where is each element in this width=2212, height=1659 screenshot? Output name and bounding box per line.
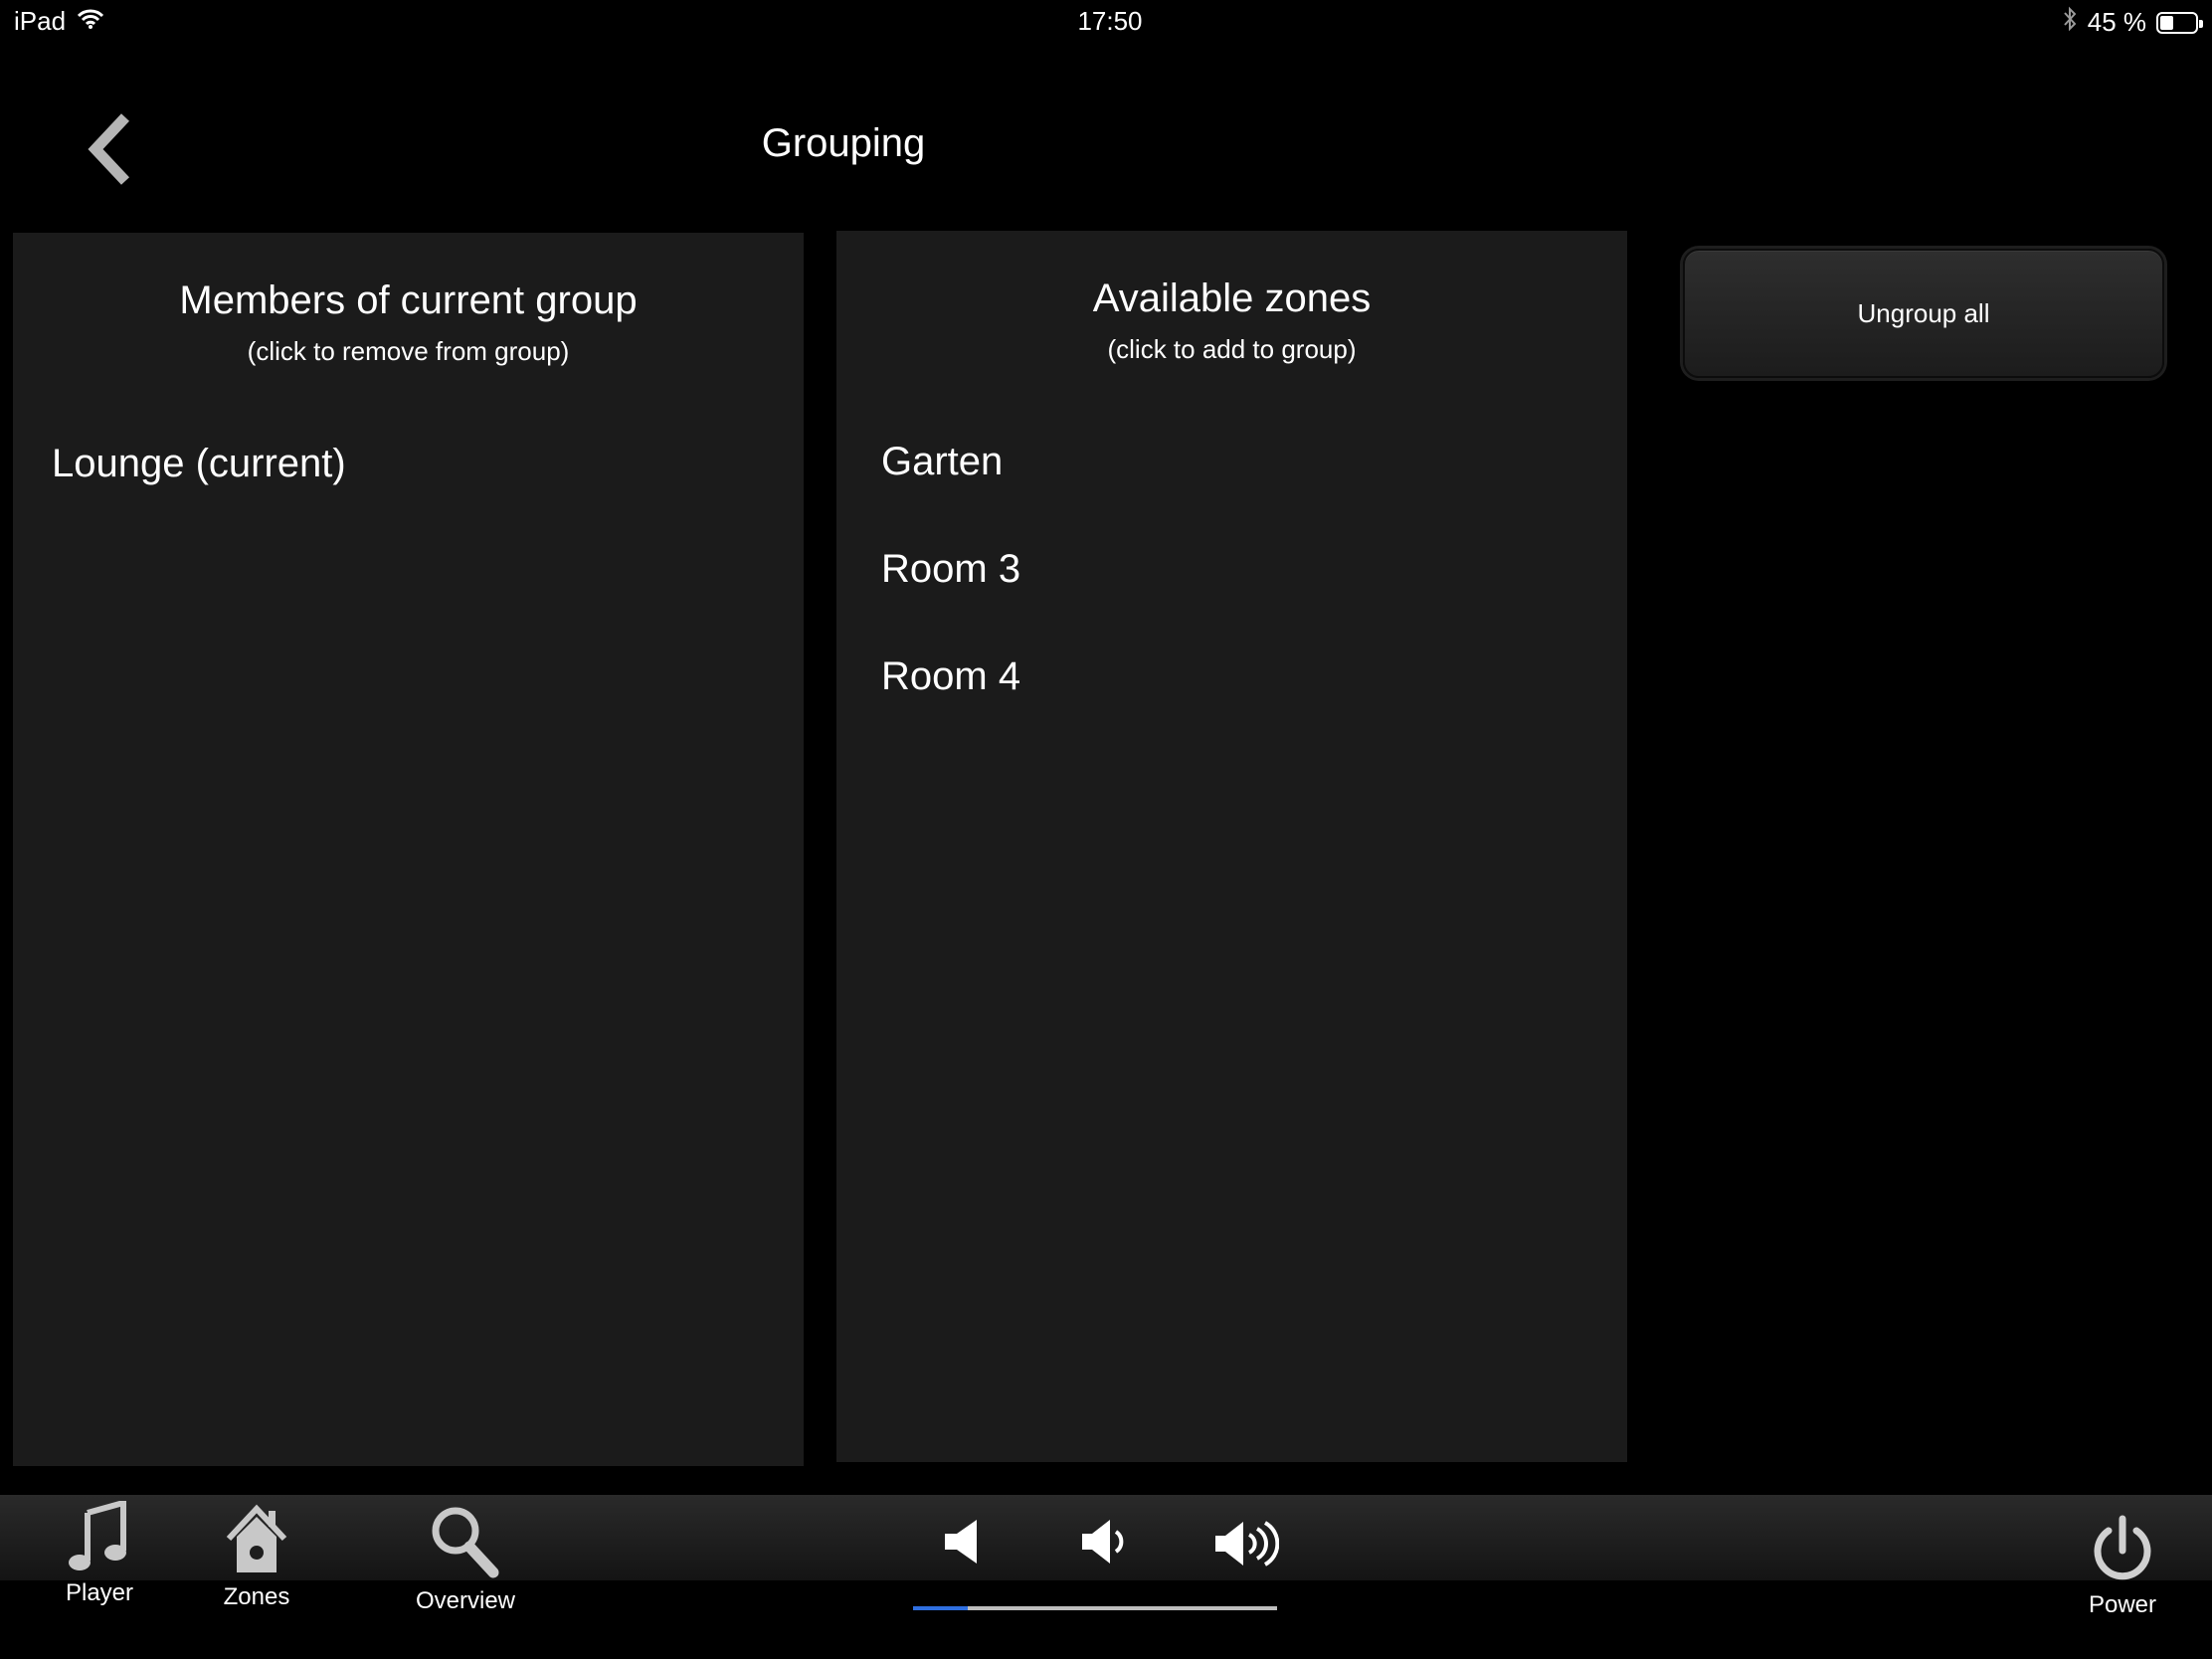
nav-overview-button[interactable]: Overview bbox=[406, 1503, 525, 1615]
available-zone-item[interactable]: Garten bbox=[836, 434, 1627, 541]
available-panel-subtitle: (click to add to group) bbox=[1107, 334, 1357, 364]
clock: 17:50 bbox=[1077, 6, 1143, 36]
nav-zones-button[interactable]: Zones bbox=[207, 1503, 306, 1611]
home-icon bbox=[226, 1504, 287, 1572]
search-icon bbox=[432, 1507, 499, 1578]
nav-zones-label: Zones bbox=[223, 1583, 290, 1610]
volume-up-icon bbox=[1215, 1521, 1280, 1567]
members-panel-subtitle: (click to remove from group) bbox=[247, 336, 570, 366]
available-zones-list: Garten Room 3 Room 4 bbox=[836, 434, 1627, 756]
page-title: Grouping bbox=[761, 121, 926, 165]
music-note-icon bbox=[69, 1499, 126, 1570]
battery-percentage: 45 % bbox=[2087, 7, 2146, 37]
power-icon bbox=[2094, 1515, 2151, 1580]
available-zones-panel: Available zones (click to add to group) … bbox=[836, 231, 1627, 1462]
volume-level-fill bbox=[913, 1606, 968, 1610]
battery-level bbox=[2160, 15, 2174, 30]
battery-icon bbox=[2156, 11, 2203, 34]
power-label: Power bbox=[2088, 1591, 2157, 1618]
members-list: Lounge (current) bbox=[13, 436, 804, 543]
available-zone-item[interactable]: Room 3 bbox=[836, 541, 1627, 648]
bluetooth-icon bbox=[2062, 6, 2078, 39]
ungroup-all-button[interactable]: Ungroup all bbox=[1683, 249, 2164, 378]
nav-overview-label: Overview bbox=[415, 1587, 516, 1614]
volume-mute-button[interactable] bbox=[943, 1517, 983, 1571]
volume-up-button[interactable] bbox=[1213, 1517, 1280, 1575]
nav-player-label: Player bbox=[65, 1579, 134, 1606]
status-bar: iPad 17:50 45 % bbox=[0, 0, 2212, 44]
member-zone-item[interactable]: Lounge (current) bbox=[13, 436, 804, 543]
volume-slider[interactable] bbox=[913, 1606, 1277, 1610]
nav-player-button[interactable]: Player bbox=[50, 1499, 149, 1607]
volume-down-icon bbox=[1082, 1520, 1124, 1564]
bottom-toolbar: Player Zones Overview Power bbox=[0, 1495, 2212, 1659]
power-button[interactable]: Power bbox=[2071, 1515, 2174, 1619]
available-panel-title: Available zones bbox=[1092, 276, 1372, 320]
members-panel-title: Members of current group bbox=[179, 278, 638, 322]
available-zone-item[interactable]: Room 4 bbox=[836, 648, 1627, 756]
members-panel: Members of current group (click to remov… bbox=[13, 233, 804, 1466]
volume-mute-icon bbox=[945, 1520, 977, 1564]
volume-down-button[interactable] bbox=[1080, 1517, 1130, 1571]
